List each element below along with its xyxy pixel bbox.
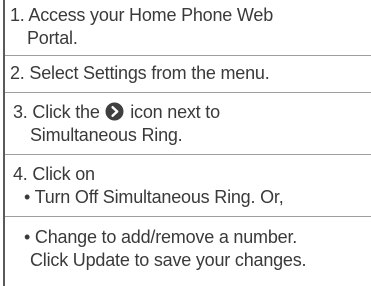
step-4-bullet-2-line-2: Click Update to save your changes. — [30, 250, 307, 270]
step-3-line-1: 3. Click the icon next to — [13, 101, 220, 123]
step-4-line-1: 4. Click on — [13, 164, 95, 184]
step-4-bullet-2-line-1: • Change to add/remove a number. — [24, 227, 298, 247]
divider-1 — [5, 55, 371, 56]
step-3-text-before-icon: 3. Click the — [13, 102, 105, 122]
divider-2 — [5, 92, 371, 93]
step-1-line-2: Portal. — [27, 28, 78, 48]
divider-3 — [5, 154, 371, 155]
step-2-line-1: 2. Select Settings from the menu. — [10, 63, 270, 83]
step-4-bullet-1: • Turn Off Simultaneous Ring. Or, — [24, 187, 284, 207]
step-3-line-2: Simultaneous Ring. — [30, 125, 183, 145]
chevron-right-circle-icon — [105, 102, 124, 121]
step-1-line-1: 1. Access your Home Phone Web — [10, 5, 274, 25]
left-border-rule — [3, 0, 5, 286]
step-3-text-after-icon: icon next to — [125, 102, 220, 122]
divider-4 — [5, 216, 371, 217]
